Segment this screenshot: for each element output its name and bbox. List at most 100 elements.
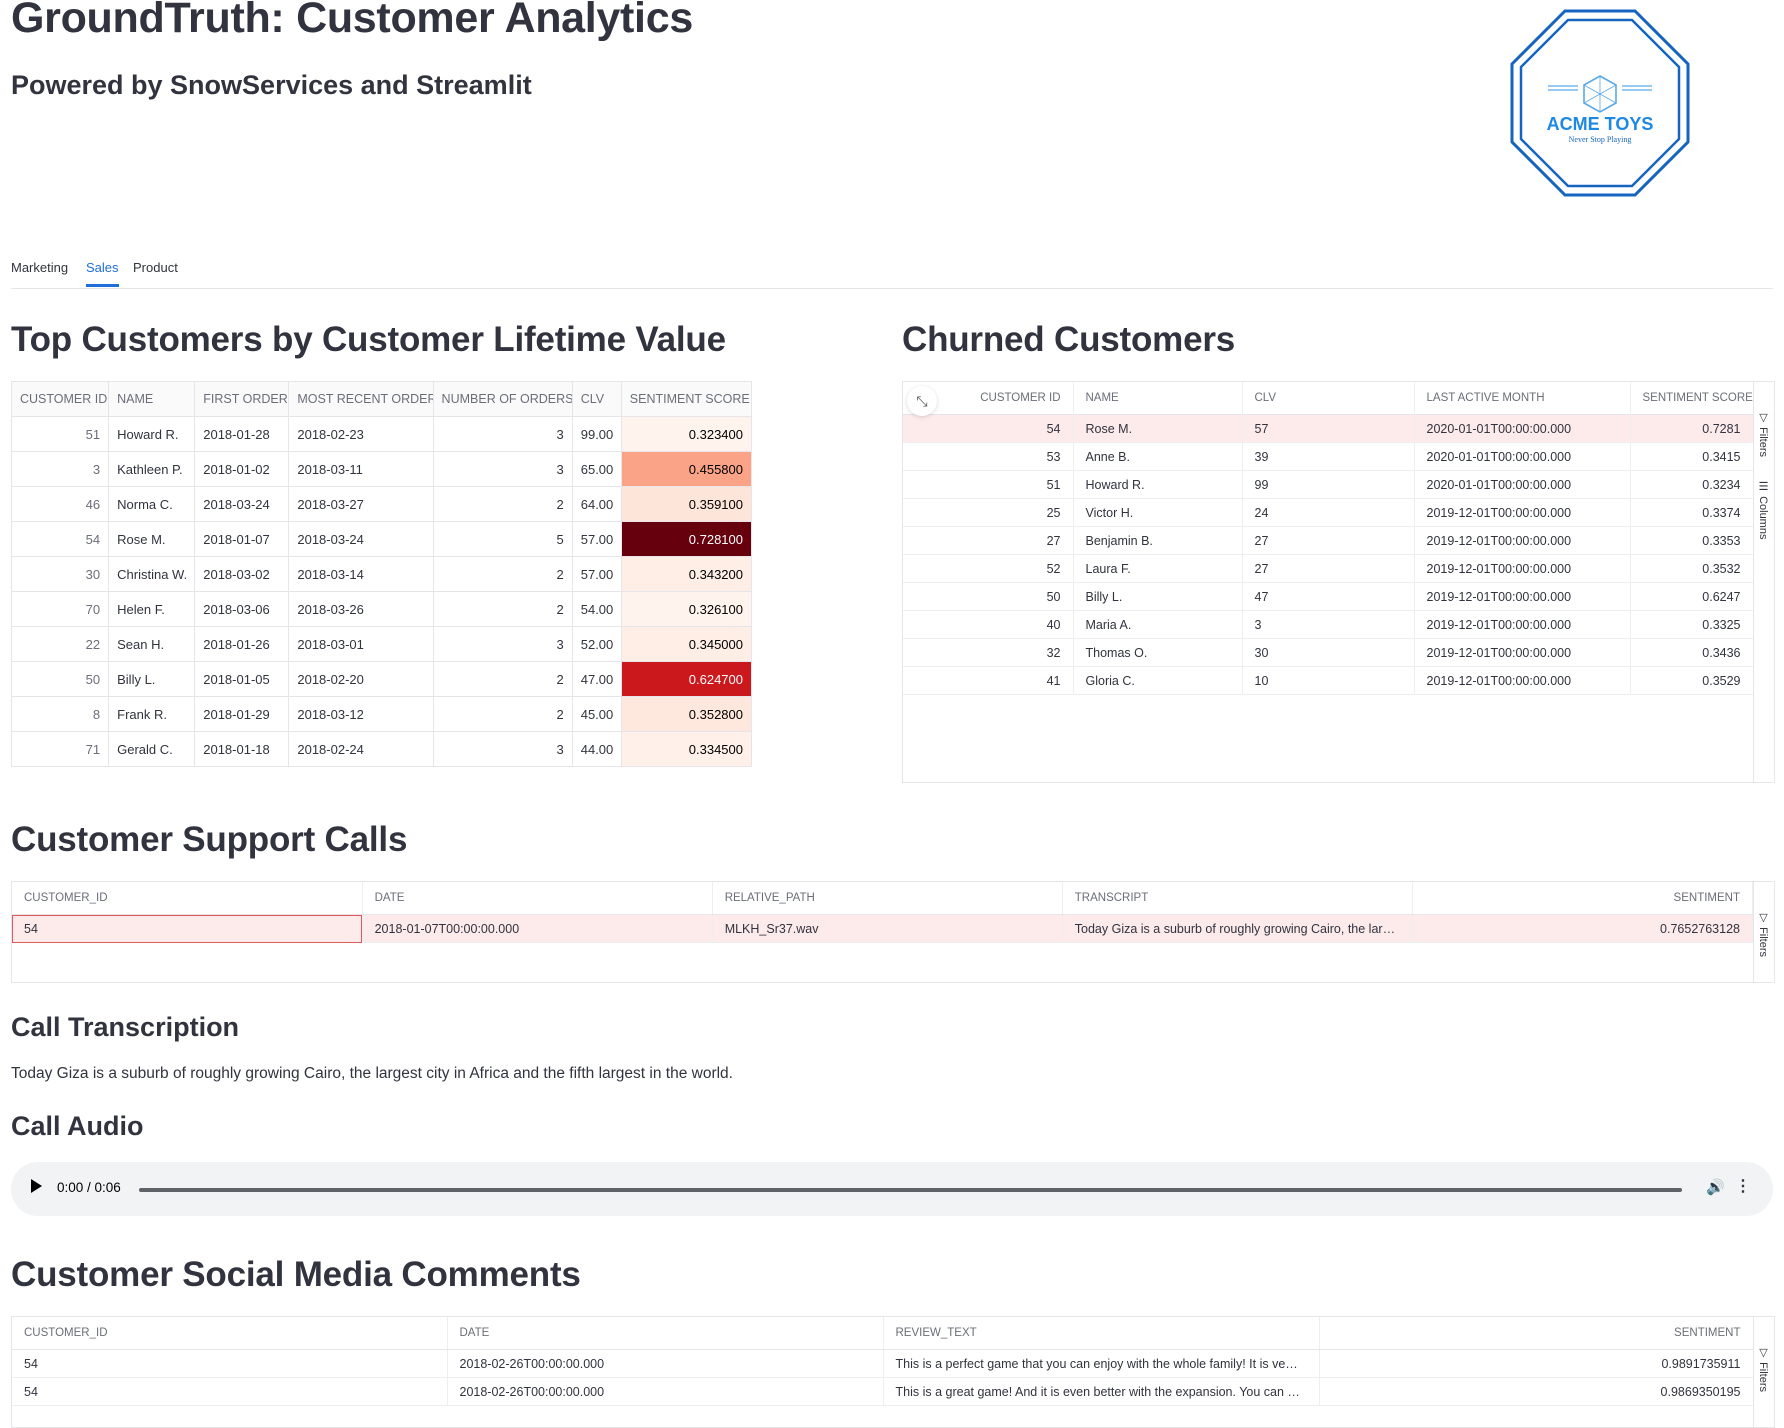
table-row[interactable]: 25 Victor H. 24 2019-12-01T00:00:00.000 0.33… [903,498,1753,527]
table-cell[interactable]: 40 [903,610,1074,639]
table-cell[interactable]: Laura F. [1073,554,1243,583]
column-header[interactable]: RELATIVE_PATH [712,882,1063,915]
table-cell[interactable]: 25 [903,498,1074,527]
table-cell[interactable]: 0.3374 [1630,498,1753,527]
table-cell[interactable]: Benjamin B. [1073,526,1243,555]
table-cell[interactable]: 50 [903,582,1074,611]
columns-button[interactable]: ☰ Columns [1757,480,1770,539]
column-header[interactable]: CUSTOMER ID [11,381,110,417]
filters-button[interactable]: ▽ Filters [1757,911,1770,957]
table-cell[interactable]: 39 [1242,442,1415,471]
table-row[interactable]: 54 2018-02-26T00:00:00.000 This is a great… [12,1377,1753,1406]
volume-icon[interactable]: 🔊 [1706,1178,1725,1196]
table-cell[interactable]: 2018-01-07T00:00:00.000 [362,914,713,943]
column-header[interactable]: SENTIMENT [1412,882,1753,915]
table-cell[interactable]: 54 [12,1377,448,1406]
table-cell[interactable]: Rose M. [1073,414,1243,443]
table-cell[interactable]: 2020-01-01T00:00:00.000 [1414,414,1631,443]
audio-progress-track[interactable] [139,1188,1682,1192]
table-cell[interactable]: 2019-12-01T00:00:00.000 [1414,498,1631,527]
column-header[interactable]: SENTIMENT [1319,1317,1753,1350]
table-row[interactable]: 41 Gloria C. 10 2019-12-01T00:00:00.000 0.35… [903,666,1753,695]
table-cell[interactable]: 2019-12-01T00:00:00.000 [1414,666,1631,695]
column-header[interactable]: CLV [1242,382,1415,415]
column-header[interactable]: DATE [447,1317,884,1350]
table-cell[interactable]: 54 [903,414,1074,443]
table-cell[interactable]: 32 [903,638,1074,667]
table-cell[interactable]: 0.7281 [1630,414,1753,443]
table-cell[interactable]: 53 [903,442,1074,471]
column-header[interactable]: MOST RECENT ORDER [288,381,434,417]
table-cell[interactable]: 54 [12,1349,448,1378]
table-cell[interactable]: 2019-12-01T00:00:00.000 [1414,526,1631,555]
table-row[interactable]: 54 Rose M. 57 2020-01-01T00:00:00.000 0.7281 [903,414,1753,443]
column-header[interactable]: SENTIMENT SCORE [621,381,753,417]
table-cell[interactable]: Anne B. [1073,442,1243,471]
table-cell[interactable]: 27 [1242,554,1415,583]
table-cell[interactable]: 51 [903,470,1074,499]
table-cell[interactable]: 10 [1242,666,1415,695]
table-cell[interactable]: 52 [903,554,1074,583]
table-cell[interactable]: 0.7652763128 [1412,914,1753,943]
column-header[interactable]: CUSTOMER_ID [12,882,363,915]
table-row[interactable]: 27 Benjamin B. 27 2019-12-01T00:00:00.000 0.… [903,526,1753,555]
table-cell[interactable]: 2019-12-01T00:00:00.000 [1414,638,1631,667]
table-cell[interactable]: Gloria C. [1073,666,1243,695]
column-header[interactable]: CUSTOMER_ID [12,1317,448,1350]
play-icon[interactable] [31,1179,42,1193]
tab-marketing[interactable]: Marketing [11,260,68,275]
support-calls-grid[interactable]: CUSTOMER_ID DATE RELATIVE_PATH TRANSCRIPT SE… [11,881,1775,983]
table-cell[interactable]: 24 [1242,498,1415,527]
table-row[interactable]: 51 Howard R. 99 2020-01-01T00:00:00.000 0.32… [903,470,1753,499]
table-cell[interactable]: 99 [1242,470,1415,499]
column-header[interactable]: NAME [108,381,196,417]
more-options-icon[interactable]: ⋮ [1735,1176,1751,1196]
expand-icon[interactable]: ⤡ [907,386,937,416]
table-cell[interactable]: 27 [903,526,1074,555]
filters-button[interactable]: ▽ Filters [1757,1346,1770,1392]
table-cell[interactable]: Today Giza is a suburb of roughly growin… [1062,914,1413,943]
table-cell[interactable]: Maria A. [1073,610,1243,639]
table-cell[interactable]: 2019-12-01T00:00:00.000 [1414,610,1631,639]
column-header[interactable]: CLV [572,381,622,417]
table-cell[interactable]: 2018-02-26T00:00:00.000 [447,1349,884,1378]
table-cell[interactable]: 0.9891735911 [1319,1349,1753,1378]
column-header[interactable]: NUMBER OF ORDERS [433,381,573,417]
table-cell[interactable]: 0.3353 [1630,526,1753,555]
table-row[interactable]: 54 2018-02-26T00:00:00.000 This is a perfe… [12,1349,1753,1378]
table-cell[interactable]: 57 [1242,414,1415,443]
table-cell[interactable]: 30 [1242,638,1415,667]
column-header[interactable]: DATE [362,882,713,915]
column-header[interactable]: SENTIMENT SCORE [1630,382,1753,415]
table-cell[interactable]: 2018-02-26T00:00:00.000 [447,1377,884,1406]
table-cell[interactable]: 0.3532 [1630,554,1753,583]
table-cell[interactable]: 0.3234 [1630,470,1753,499]
tab-product[interactable]: Product [133,260,178,275]
table-cell[interactable]: Howard R. [1073,470,1243,499]
table-cell[interactable]: 27 [1242,526,1415,555]
column-header[interactable]: LAST ACTIVE MONTH [1414,382,1631,415]
table-cell[interactable]: 0.3436 [1630,638,1753,667]
column-header[interactable]: FIRST ORDER [194,381,290,417]
table-cell[interactable]: 0.9869350195 [1319,1377,1753,1406]
table-cell[interactable]: 0.6247 [1630,582,1753,611]
table-cell[interactable]: 2020-01-01T00:00:00.000 [1414,470,1631,499]
table-cell[interactable]: This is a perfect game that you can enjo… [883,1349,1320,1378]
filters-button[interactable]: ▽ Filters [1757,411,1770,457]
table-row[interactable]: 54 2018-01-07T00:00:00.000 MLKH_Sr37.wav To… [12,914,1753,943]
table-cell[interactable]: 2019-12-01T00:00:00.000 [1414,582,1631,611]
table-cell[interactable]: Thomas O. [1073,638,1243,667]
table-cell[interactable]: This is a great game! And it is even bet… [883,1377,1320,1406]
table-cell[interactable]: 41 [903,666,1074,695]
tab-sales[interactable]: Sales [86,260,119,287]
table-cell[interactable]: 54 [12,914,363,943]
table-cell[interactable]: 0.3325 [1630,610,1753,639]
table-cell[interactable]: MLKH_Sr37.wav [712,914,1063,943]
table-row[interactable]: 50 Billy L. 47 2019-12-01T00:00:00.000 0.624… [903,582,1753,611]
social-comments-grid[interactable]: CUSTOMER_ID DATE REVIEW_TEXT SENTIMENT 54 20… [11,1316,1775,1428]
table-row[interactable]: 52 Laura F. 27 2019-12-01T00:00:00.000 0.353… [903,554,1753,583]
table-cell[interactable]: 2020-01-01T00:00:00.000 [1414,442,1631,471]
table-row[interactable]: 40 Maria A. 3 2019-12-01T00:00:00.000 0.3325 [903,610,1753,639]
column-header[interactable]: NAME [1073,382,1243,415]
table-cell[interactable]: 47 [1242,582,1415,611]
